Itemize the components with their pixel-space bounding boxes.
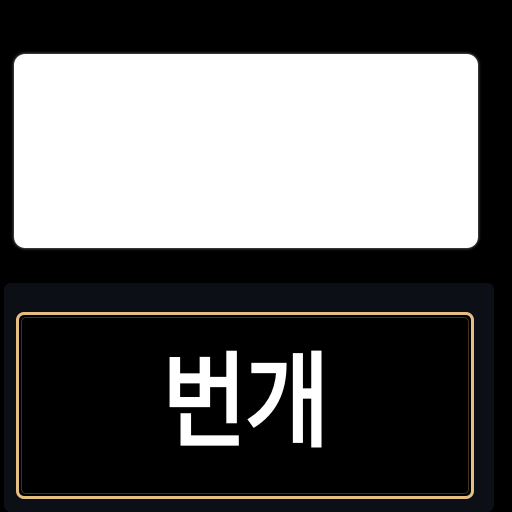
word-label: 번개 xyxy=(162,342,329,462)
image-placeholder xyxy=(14,54,478,248)
word-button[interactable]: 번개 xyxy=(16,312,474,499)
screen: 번개 xyxy=(0,0,512,512)
